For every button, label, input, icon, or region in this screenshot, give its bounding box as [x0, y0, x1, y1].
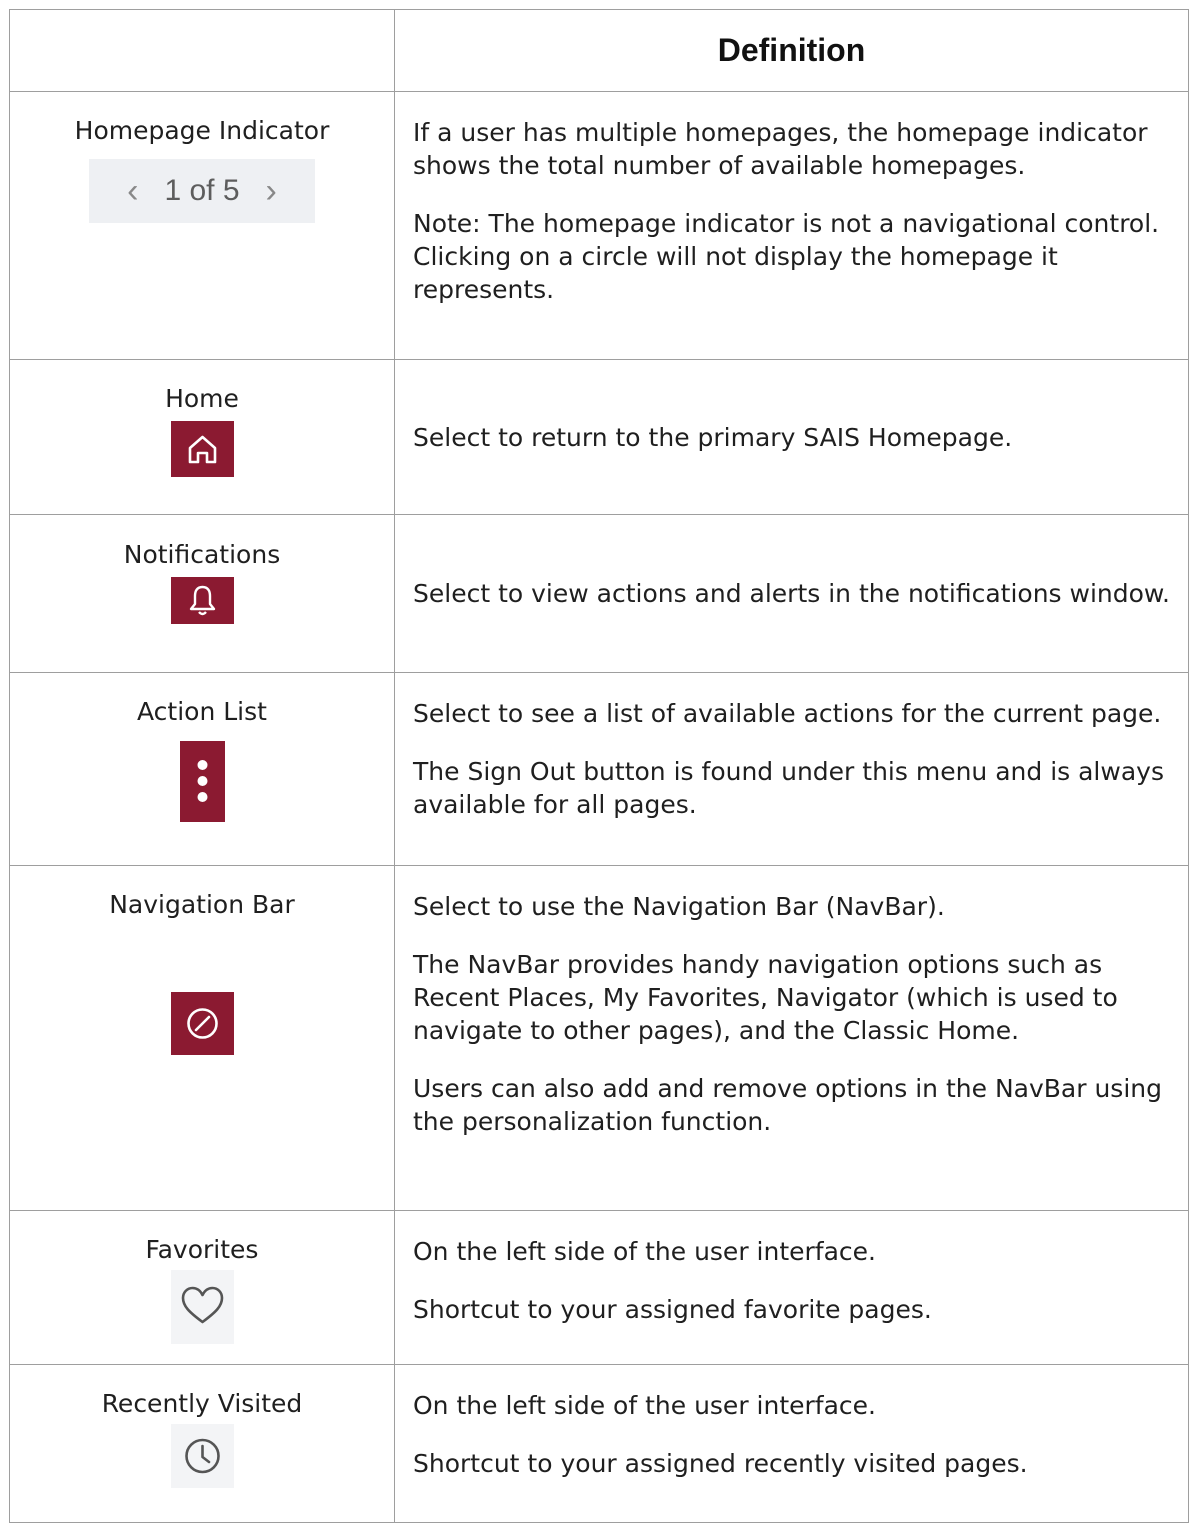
definition-paragraph: Shortcut to your assigned recently visit…: [413, 1449, 1028, 1478]
term-label: Notifications: [123, 540, 281, 569]
clock-icon[interactable]: [170, 1424, 234, 1488]
homepage-indicator-pager[interactable]: ‹ 1 of 5 ›: [89, 159, 315, 223]
definition-paragraph: The Sign Out button is found under this …: [413, 757, 1164, 819]
term-label: Home: [165, 384, 239, 413]
term-cell: Favorites: [9, 1210, 395, 1365]
chevron-left-icon[interactable]: ‹: [127, 172, 138, 211]
definition-paragraph: On the left side of the user interface.: [413, 1391, 876, 1420]
term-label: Recently Visited: [101, 1389, 303, 1418]
table-row: Recently Visited On the left side of the…: [9, 1364, 1189, 1523]
term-label: Favorites: [145, 1235, 259, 1264]
compass-icon[interactable]: [170, 992, 234, 1055]
definition-table: Definition Homepage Indicator ‹ 1 of 5 ›…: [9, 9, 1189, 1523]
term-cell: Action List: [9, 672, 395, 866]
table-row: Homepage Indicator ‹ 1 of 5 › If a user …: [9, 91, 1189, 360]
definition-paragraph: Users can also add and remove options in…: [413, 1074, 1162, 1136]
home-icon[interactable]: [170, 421, 234, 477]
table-row: Home Select to return to the primary SAI…: [9, 359, 1189, 515]
definition-paragraph: Select to return to the primary SAIS Hom…: [413, 422, 1013, 452]
definition-cell: Select to view actions and alerts in the…: [394, 514, 1189, 673]
term-cell: Homepage Indicator ‹ 1 of 5 ›: [9, 91, 395, 360]
definition-cell: Select to use the Navigation Bar (NavBar…: [394, 865, 1189, 1211]
definition-paragraph: Shortcut to your assigned favorite pages…: [413, 1295, 932, 1324]
pager-text: 1 of 5: [164, 174, 240, 207]
definition-paragraph: Note: The homepage indicator is not a na…: [413, 209, 1160, 304]
definition-cell: On the left side of the user interface. …: [394, 1364, 1189, 1523]
table-row: Notifications Select to view actions and…: [9, 514, 1189, 673]
term-label: Navigation Bar: [109, 890, 295, 919]
chevron-right-icon[interactable]: ›: [266, 172, 277, 211]
bell-icon[interactable]: [170, 577, 234, 624]
document-page: Definition Homepage Indicator ‹ 1 of 5 ›…: [0, 0, 1189, 1523]
definition-cell: Select to return to the primary SAIS Hom…: [394, 359, 1189, 515]
header-definition: Definition: [394, 9, 1189, 92]
term-cell: Recently Visited: [9, 1364, 395, 1523]
definition-paragraph: The NavBar provides handy navigation opt…: [413, 950, 1118, 1045]
heart-icon[interactable]: [170, 1270, 234, 1344]
term-cell: Navigation Bar: [9, 865, 395, 1211]
definition-paragraph: On the left side of the user interface.: [413, 1237, 876, 1266]
table-row: Action List Select to see a list of avai…: [9, 672, 1189, 866]
table-row: Navigation Bar Select to use the Navigat…: [9, 865, 1189, 1211]
definition-paragraph: Select to see a list of available action…: [413, 699, 1162, 728]
header-empty-cell: [9, 9, 395, 92]
vertical-ellipsis-icon[interactable]: [179, 741, 225, 822]
definition-paragraph: Select to use the Navigation Bar (NavBar…: [413, 892, 945, 921]
definition-paragraph: If a user has multiple homepages, the ho…: [413, 118, 1148, 180]
term-cell: Notifications: [9, 514, 395, 673]
table-row: Favorites On the left side of the user i…: [9, 1210, 1189, 1365]
definition-paragraph: Select to view actions and alerts in the…: [413, 579, 1171, 608]
definition-cell: If a user has multiple homepages, the ho…: [394, 91, 1189, 360]
header-row: Definition: [9, 9, 1189, 92]
term-label: Homepage Indicator: [74, 116, 330, 145]
term-label: Action List: [137, 697, 267, 726]
definition-cell: On the left side of the user interface. …: [394, 1210, 1189, 1365]
term-cell: Home: [9, 359, 395, 515]
definition-cell: Select to see a list of available action…: [394, 672, 1189, 866]
